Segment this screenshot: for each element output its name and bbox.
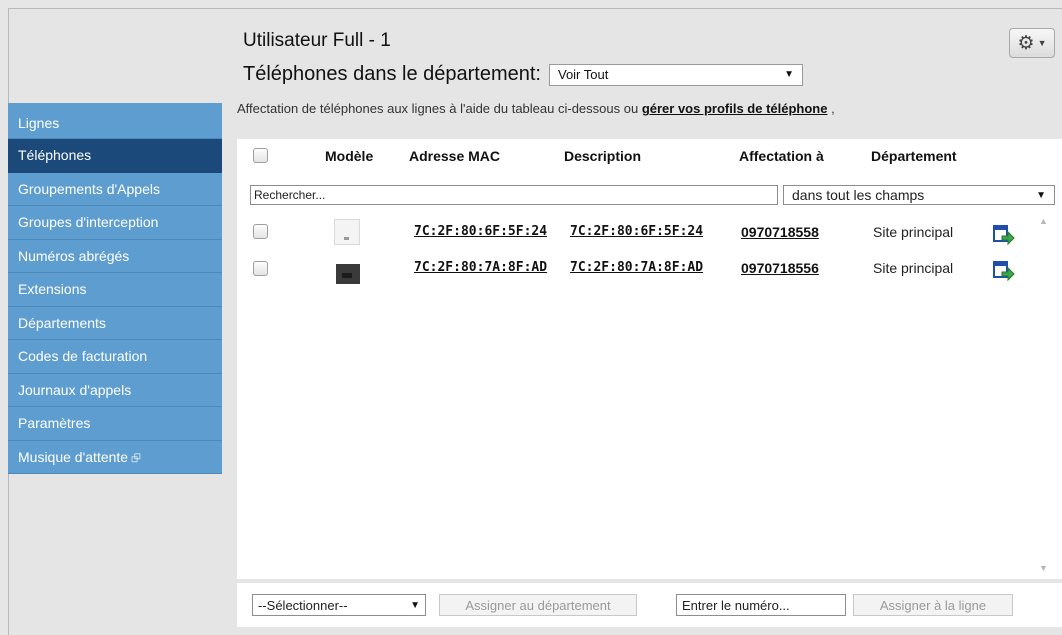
column-header-mac[interactable]: Adresse MAC [409,148,500,164]
chevron-down-icon: ▼ [1036,189,1046,201]
phones-table: Modèle Adresse MAC Description Affectati… [237,139,1062,579]
department-value: Site principal [873,224,954,240]
assignment-link[interactable]: 0970718556 [741,260,819,276]
phone-model-icon [334,219,360,245]
sidebar-item-groupes-interception[interactable]: Groupes d'interception [8,206,222,240]
table-row[interactable]: 7C:2F:80:6F:5F:24 7C:2F:80:6F:5F:24 0970… [237,215,1047,255]
table-scrollbar[interactable]: ▲ ▼ [1034,216,1052,573]
column-header-model[interactable]: Modèle [325,148,373,164]
sidebar-item-departements[interactable]: Départements [8,306,222,340]
department-value: Site principal [873,260,954,276]
department-select-value: Voir Tout [557,67,609,82]
chevron-down-icon: ▼ [410,599,420,611]
gear-icon: ⚙ [1017,32,1035,54]
info-text: Affectation de téléphones aux lignes à l… [237,101,835,116]
number-input[interactable]: Entrer le numéro... [676,594,846,616]
select-all-checkbox[interactable] [253,148,268,163]
external-link-icon: ⮺ [131,450,141,465]
assign-arrow-icon[interactable] [993,224,1015,246]
assignment-link[interactable]: 0970718558 [741,224,819,240]
phone-model-icon [336,264,360,284]
settings-button[interactable]: ⚙ ▼ [1009,28,1055,58]
chevron-down-icon: ▼ [1037,38,1047,48]
search-input[interactable]: Rechercher... [250,185,778,205]
sidebar-item-musique-attente[interactable]: Musique d'attente ⮺ [8,440,222,474]
scroll-down-icon[interactable]: ▼ [1039,563,1048,573]
row-checkbox[interactable] [253,261,268,276]
department-select[interactable]: Voir Tout ▼ [548,63,803,86]
assign-department-button[interactable]: Assigner au département [439,594,637,616]
sidebar-item-telephones[interactable]: Téléphones [8,139,222,173]
scroll-up-icon[interactable]: ▲ [1039,216,1048,226]
bulk-department-select[interactable]: --Sélectionner-- ▼ [252,594,426,616]
row-checkbox[interactable] [253,224,268,239]
sidebar-nav: Lignes Téléphones Groupements d'Appels G… [8,103,222,474]
sidebar-item-lignes[interactable]: Lignes [8,103,222,139]
description-link[interactable]: 7C:2F:80:6F:5F:24 [570,224,703,239]
sidebar-item-parametres[interactable]: Paramètres [8,407,222,441]
column-header-department[interactable]: Département [871,148,957,164]
chevron-down-icon: ▼ [784,69,794,80]
department-filter-label: Téléphones dans le département: [243,63,541,85]
sidebar-item-journaux-appels[interactable]: Journaux d'appels [8,373,222,407]
sidebar-item-numeros-abreges[interactable]: Numéros abrégés [8,239,222,273]
mac-link[interactable]: 7C:2F:80:7A:8F:AD [414,260,547,275]
assign-line-button[interactable]: Assigner à la ligne [853,594,1013,616]
bulk-select-value: --Sélectionner-- [258,597,348,613]
sidebar-item-groupements-appels[interactable]: Groupements d'Appels [8,172,222,206]
column-header-description[interactable]: Description [564,148,641,164]
phone-profiles-link[interactable]: gérer vos profils de téléphone [642,101,828,116]
table-row[interactable]: 7C:2F:80:7A:8F:AD 7C:2F:80:7A:8F:AD 0970… [237,255,1047,295]
page-title: Utilisateur Full - 1 [243,30,391,51]
mac-link[interactable]: 7C:2F:80:6F:5F:24 [414,224,547,239]
search-scope-value: dans tout les champs [792,187,925,203]
sidebar-item-codes-facturation[interactable]: Codes de facturation [8,340,222,374]
sidebar-item-extensions[interactable]: Extensions [8,273,222,307]
search-scope-select[interactable]: dans tout les champs ▼ [783,185,1055,205]
description-link[interactable]: 7C:2F:80:7A:8F:AD [570,260,703,275]
department-filter-row: Téléphones dans le département: Voir Tou… [243,63,803,86]
bulk-action-bar: --Sélectionner-- ▼ Assigner au départeme… [237,583,1062,627]
column-header-assignment[interactable]: Affectation à [739,148,824,164]
assign-arrow-icon[interactable] [993,260,1015,282]
